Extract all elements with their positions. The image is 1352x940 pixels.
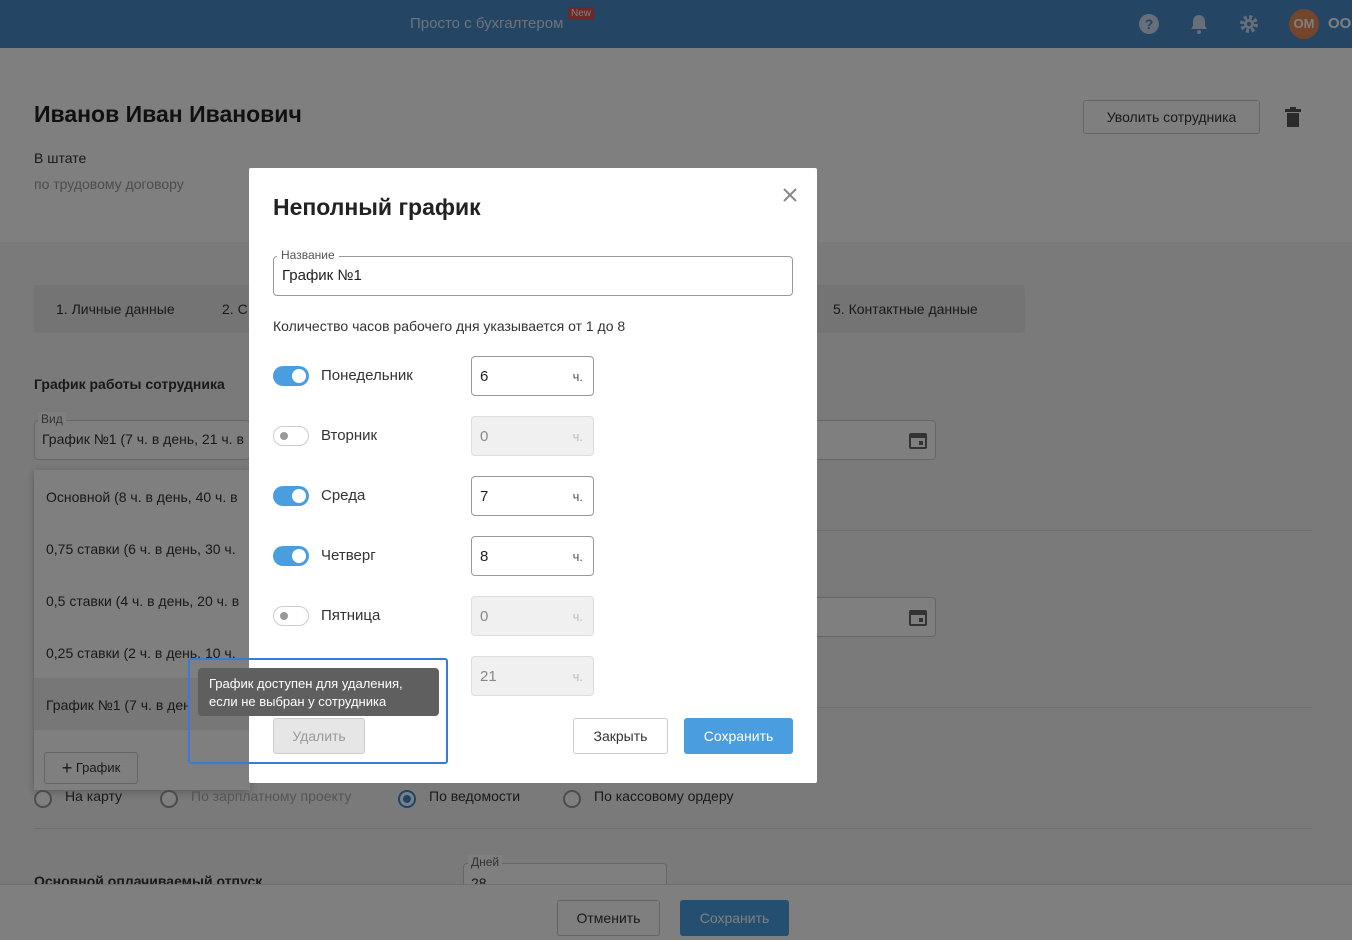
save-schedule-button[interactable]: Сохранить [684,718,793,754]
hours-unit: ч. [572,669,583,684]
hours-unit: ч. [572,609,583,624]
day-label-friday: Пятница [321,607,381,624]
hours-input-tuesday [480,428,550,445]
day-row-friday: Пятница ч. [273,596,793,636]
toggle-thursday[interactable] [273,546,309,566]
toggle-friday[interactable] [273,606,309,626]
day-label-wednesday: Среда [321,487,366,504]
day-row-wednesday: Среда ч. [273,476,793,516]
close-icon[interactable] [781,186,799,204]
hours-unit: ч. [572,489,583,504]
schedule-name-label: Название [277,248,339,262]
day-row-monday: Понедельник ч. [273,356,793,396]
modal-title: Неполный график [273,194,481,220]
hours-unit: ч. [572,429,583,444]
day-label-thursday: Четверг [321,547,376,564]
highlight-frame [188,658,448,764]
hours-input-monday[interactable] [480,368,550,385]
toggle-monday[interactable] [273,366,309,386]
day-label-tuesday: Вторник [321,427,378,444]
hours-hint: Количество часов рабочего дня указываетс… [273,318,626,334]
hours-field-monday[interactable]: ч. [471,356,594,396]
toggle-tuesday[interactable] [273,426,309,446]
hours-field-tuesday: ч. [471,416,594,456]
day-label-monday: Понедельник [321,367,413,384]
schedule-name-input[interactable] [282,267,782,284]
hours-field-friday: ч. [471,596,594,636]
hours-field-wednesday[interactable]: ч. [471,476,594,516]
hours-input-thursday[interactable] [480,548,550,565]
hours-unit: ч. [572,549,583,564]
total-hours-input [480,668,550,685]
close-modal-button[interactable]: Закрыть [573,718,668,754]
hours-input-friday [480,608,550,625]
day-row-thursday: Четверг ч. [273,536,793,576]
hours-unit: ч. [572,369,583,384]
toggle-wednesday[interactable] [273,486,309,506]
day-row-tuesday: Вторник ч. [273,416,793,456]
total-hours-field: ч. [471,656,594,696]
hours-input-wednesday[interactable] [480,488,550,505]
schedule-name-field[interactable] [273,256,793,296]
hours-field-thursday[interactable]: ч. [471,536,594,576]
